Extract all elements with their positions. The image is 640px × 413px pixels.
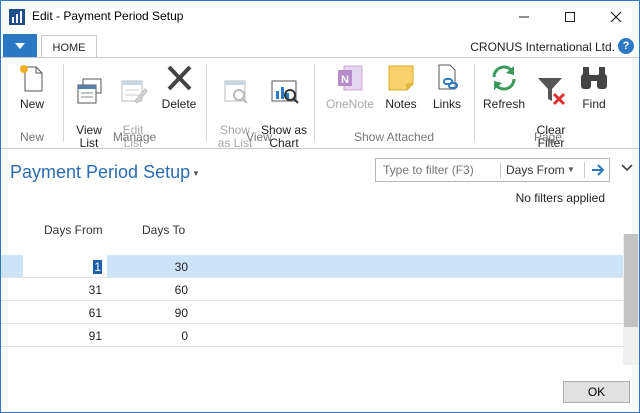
clear-filter-icon [538,78,566,106]
page-title[interactable]: Payment Period Setup [10,162,190,183]
vertical-scrollbar[interactable] [623,234,639,365]
dropdown-arrow-icon [15,43,25,49]
filter-box: Days From ▼ [375,158,610,182]
days-to-cell[interactable]: 0 [107,329,188,343]
group-label-new: New [19,130,44,144]
days-to-cell[interactable]: 30 [107,260,188,274]
show-as-list-icon [224,80,248,104]
notes-label: Notes [385,97,417,111]
title-dropdown-icon[interactable]: ▼ [192,169,200,178]
tab-home[interactable]: HOME [41,35,97,59]
group-label-page: Page [533,130,563,144]
onenote-label: OneNote [325,97,375,111]
minimize-button[interactable] [501,1,547,32]
table-row[interactable]: 31 60 [1,278,623,301]
days-from-edit-cell[interactable]: 1 [23,255,107,277]
column-header-days-from[interactable]: Days From [44,223,103,237]
ribbon-group-new: New New [1,58,63,148]
notes-icon [388,65,414,91]
days-from-cell: 1 [93,260,102,274]
delete-button[interactable]: Delete [156,62,202,111]
maximize-icon [565,11,575,22]
days-to-cell[interactable]: 90 [107,306,188,320]
ok-button[interactable]: OK [563,381,630,403]
links-button[interactable]: Links [425,62,469,111]
ribbon-group-page: Refresh Clear Filter Find Page [475,58,621,150]
minimize-icon [519,16,529,17]
table-row[interactable]: 91 0 [1,324,623,347]
days-from-cell[interactable]: 91 [21,329,102,343]
filter-field-dropdown-icon[interactable]: ▼ [567,165,575,174]
help-icon[interactable]: ? [618,38,634,54]
days-from-cell[interactable]: 61 [21,306,102,320]
binoculars-icon [581,67,607,89]
app-chart-icon [9,9,25,25]
filter-divider [584,162,585,178]
ribbon-group-manage: View List Edit List Delete Manage [64,58,205,150]
new-label: New [19,97,44,111]
chevron-down-icon[interactable] [621,163,633,173]
group-label-view: View [246,130,272,144]
days-from-cell[interactable]: 31 [21,283,102,297]
table-row[interactable]: 1 30 [1,255,623,278]
edit-list-icon [121,80,148,104]
column-header-days-to[interactable]: Days To [142,223,185,237]
refresh-label: Refresh [482,97,526,111]
ribbon-group-show-attached: N OneNote Notes Links Show Attached [315,58,473,148]
filter-status: No filters applied [515,191,605,205]
new-button[interactable]: New [11,62,53,111]
filter-input[interactable] [376,159,500,181]
filter-field-select[interactable]: Days From [506,163,565,177]
ribbon-group-view: Show as List Show as Chart View [207,58,311,150]
delete-label: Delete [161,97,197,111]
refresh-button[interactable]: Refresh [479,62,529,111]
days-to-cell[interactable]: 60 [107,283,188,297]
close-button[interactable] [593,1,639,32]
filter-divider [500,162,501,178]
group-label-show-attached: Show Attached [353,130,435,144]
delete-icon [167,65,192,91]
scrollbar-thumb[interactable] [624,234,638,327]
find-label: Find [582,97,606,111]
maximize-button[interactable] [547,1,593,32]
table-row[interactable]: 61 90 [1,301,623,324]
svg-text:N: N [341,74,349,86]
links-label: Links [432,97,461,111]
notes-button[interactable]: Notes [379,62,423,111]
company-name[interactable]: CRONUS International Ltd. [470,40,615,54]
arrow-right-icon[interactable] [589,162,607,178]
title-bar: Edit - Payment Period Setup [1,1,639,32]
ribbon: New New View List Edit List Delete Manag… [1,57,639,150]
refresh-icon [492,65,516,91]
new-document-icon [20,65,43,92]
onenote-button[interactable]: N OneNote [323,62,377,111]
ribbon-tab-row: HOME CRONUS International Ltd. ? [1,32,639,59]
onenote-icon: N [338,65,363,91]
edit-window: Edit - Payment Period Setup HOME CRONUS … [0,0,640,413]
find-button[interactable]: Find [573,62,615,111]
view-list-icon [77,78,102,104]
window-title: Edit - Payment Period Setup [32,9,184,23]
app-menu-button[interactable] [3,34,37,58]
group-label-manage: Manage [112,130,157,144]
close-icon [610,11,622,22]
show-as-chart-icon [271,80,299,104]
links-icon [438,64,458,90]
